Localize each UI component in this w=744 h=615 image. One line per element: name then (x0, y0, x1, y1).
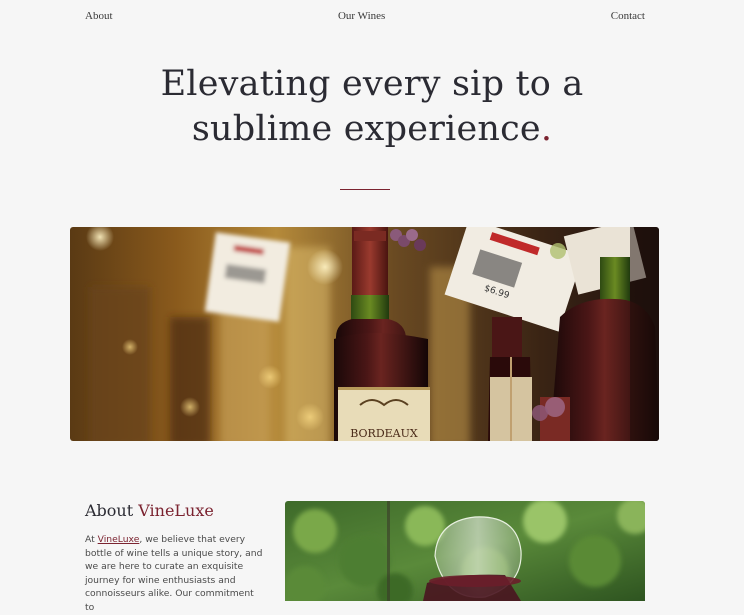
nav-link-contact[interactable]: Contact (611, 10, 645, 22)
nav-link-about[interactable]: About (85, 10, 113, 22)
about-heading: About VineLuxe (85, 501, 214, 520)
hero-title-line-1: Elevating every sip to a (160, 64, 584, 104)
about-heading-prefix: About (85, 501, 139, 520)
nav-link-our-wines[interactable]: Our Wines (338, 10, 385, 22)
vineluxe-link[interactable]: VineLuxe (98, 534, 140, 545)
bordeaux-label: BORDEAUX (350, 427, 418, 440)
hero-wine-bottles-image: BORDEAUX $6.99 (70, 227, 659, 441)
about-vineyard-image (285, 501, 645, 601)
hero-title: Elevating every sip to a sublime experie… (0, 62, 744, 152)
about-text-body: , we believe that every bottle of wine t… (85, 534, 263, 613)
hero-title-dot: . (540, 109, 553, 149)
about-description: At VineLuxe, we believe that every bottl… (85, 533, 265, 615)
hero-divider (340, 189, 390, 190)
hero-title-line-2: sublime experience (191, 109, 541, 149)
about-heading-brand: VineLuxe (138, 501, 214, 520)
about-text-prefix: At (85, 534, 98, 545)
top-nav: About Our Wines Contact (85, 9, 645, 23)
